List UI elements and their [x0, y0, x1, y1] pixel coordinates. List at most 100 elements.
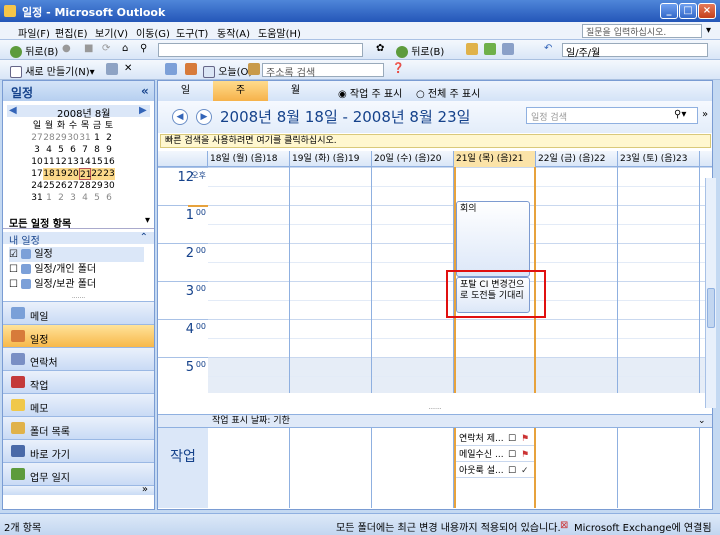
status-exchange[interactable]: Microsoft Exchange에 연결됨	[574, 519, 712, 534]
checkbox-icon[interactable]: ☐	[508, 464, 516, 478]
day-column[interactable]	[290, 167, 372, 393]
menu-help[interactable]: 도움말(H)	[258, 25, 301, 40]
mini-cal-day[interactable]: 9	[103, 144, 115, 156]
help-dropdown-icon[interactable]: ▾	[706, 25, 711, 36]
tab-month[interactable]: 월	[268, 81, 323, 101]
mini-cal-day[interactable]: 27	[31, 132, 43, 144]
day-header[interactable]: 21일 (목) (음)21	[454, 151, 536, 167]
new-button[interactable]: 새로 만들기(N)▾	[10, 63, 95, 78]
mini-cal-day[interactable]: 4	[79, 192, 91, 204]
mini-cal-day[interactable]: 28	[79, 180, 91, 192]
day-header[interactable]: 22일 (금) (음)22	[536, 151, 618, 167]
mini-cal-day[interactable]: 22	[91, 168, 103, 180]
mini-cal-day[interactable]: 3	[67, 192, 79, 204]
check-icon[interactable]: ✓	[521, 464, 529, 478]
info-bar[interactable]: 빠른 검색을 사용하려면 여기를 클릭하십시오.	[160, 134, 711, 148]
tab-day[interactable]: 일	[158, 81, 213, 101]
today-button[interactable]: 오늘(O)	[203, 63, 252, 78]
mini-cal-day[interactable]: 17	[31, 168, 43, 180]
scrollbar-thumb[interactable]	[707, 288, 715, 328]
close-button[interactable]: ×	[698, 3, 716, 19]
addressbook-search[interactable]: 주소록 검색	[262, 63, 384, 79]
mini-cal-day[interactable]: 19	[55, 168, 67, 180]
new-folder-icon[interactable]	[484, 43, 496, 55]
mini-cal-day[interactable]: 31	[31, 192, 43, 204]
mini-cal-day[interactable]: 14	[79, 156, 91, 168]
address-field[interactable]	[158, 43, 363, 57]
day-column[interactable]	[208, 167, 290, 393]
mini-cal-day[interactable]: 24	[31, 180, 43, 192]
configure-buttons[interactable]: »	[3, 484, 154, 495]
next-month-icon[interactable]: ▶	[139, 105, 147, 116]
day-column[interactable]	[372, 167, 454, 393]
refresh-icon[interactable]: ⟳	[102, 43, 110, 54]
mini-cal-day[interactable]: 30	[103, 180, 115, 192]
mini-cal-day[interactable]: 20	[67, 168, 79, 180]
mini-cal-day[interactable]: 21	[79, 168, 91, 180]
nav-button-journal[interactable]: 업무 일지	[3, 462, 154, 485]
mini-cal-day[interactable]: 6	[103, 192, 115, 204]
tab-week[interactable]: 주	[213, 81, 268, 101]
mini-cal-day[interactable]: 27	[67, 180, 79, 192]
day-header[interactable]: 23일 (토) (음)23	[618, 151, 700, 167]
globe-icon[interactable]: ✿	[376, 43, 384, 54]
nav-button-calendar[interactable]: 일정	[3, 324, 154, 347]
help-icon[interactable]: ❓	[392, 63, 404, 74]
task-item[interactable]: 메일수신 ... ☐ ⚑	[456, 448, 534, 462]
task-item[interactable]: 연락처 제... ☐ ⚑	[456, 432, 534, 446]
stop-icon[interactable]: ■	[84, 43, 93, 54]
radio-work-week[interactable]: ◉ 작업 주 표시	[338, 85, 402, 100]
time-grid[interactable]: 12 오후 1 00 2 00 3 00 4 00 5 00 회의 포탈 CI 변경건으로 도전틀 기대리	[158, 167, 712, 393]
search-web-icon[interactable]: ⚲	[140, 43, 147, 54]
nav-button-notes[interactable]: 메모	[3, 393, 154, 416]
printer-icon[interactable]	[106, 63, 118, 75]
my-calendars-header[interactable]: 내 일정 ⌃	[3, 232, 154, 247]
menu-tools[interactable]: 도구(T)	[176, 25, 208, 40]
mini-cal-day[interactable]: 28	[43, 132, 55, 144]
mini-cal-day[interactable]: 5	[91, 192, 103, 204]
nav-button-tasks[interactable]: 작업	[3, 370, 154, 393]
menu-file[interactable]: 파일(F)	[18, 25, 50, 40]
calendar-search-input[interactable]: 일정 검색	[526, 107, 698, 124]
undo-icon[interactable]: ↶	[544, 43, 552, 54]
back2-button[interactable]: 뒤로(B)	[396, 43, 444, 58]
radio-full-week[interactable]: ○ 전체 주 표시	[416, 85, 480, 100]
mini-cal-day[interactable]: 29	[55, 132, 67, 144]
mini-cal-day[interactable]: 23	[103, 168, 115, 180]
task-day-column[interactable]	[536, 428, 618, 508]
task-day-column[interactable]	[290, 428, 372, 508]
help-search-box[interactable]: 질문을 입력하십시오.	[582, 24, 702, 38]
calendar-icon[interactable]	[185, 63, 197, 75]
calendar-item[interactable]: ☐ 일정/개인 폴더	[9, 262, 144, 277]
grid-splitter[interactable]: ·······	[158, 406, 712, 414]
mini-cal-day[interactable]: 7	[79, 144, 91, 156]
checkbox-icon[interactable]: ☐	[508, 432, 516, 446]
expand-search-icon[interactable]: »	[702, 109, 708, 120]
mini-cal-day[interactable]: 2	[103, 132, 115, 144]
move-icon[interactable]	[165, 63, 177, 75]
mini-cal-day[interactable]: 5	[55, 144, 67, 156]
day-header[interactable]: 20일 (수) (음)20	[372, 151, 454, 167]
checkbox-icon[interactable]: ☑	[9, 249, 18, 260]
appointment[interactable]: 회의	[456, 201, 530, 277]
mini-cal-day[interactable]: 15	[91, 156, 103, 168]
checkbox-icon[interactable]: ☐	[9, 264, 18, 275]
mini-cal-day[interactable]: 6	[67, 144, 79, 156]
next-week-button[interactable]: ▶	[196, 109, 212, 125]
mini-cal-day[interactable]: 18	[43, 168, 55, 180]
menu-go[interactable]: 이동(G)	[136, 25, 170, 40]
mini-cal-day[interactable]: 31	[79, 132, 91, 144]
collapse-icon[interactable]: «	[141, 84, 149, 98]
calendar-item[interactable]: ☐ 일정/보관 폴더	[9, 277, 144, 292]
task-day-column[interactable]	[208, 428, 290, 508]
task-expand-icon[interactable]: ⌄	[698, 415, 706, 427]
day-column[interactable]	[618, 167, 700, 393]
delete-icon[interactable]: ✕	[124, 63, 132, 74]
mini-cal-day[interactable]: 1	[43, 192, 55, 204]
mini-cal-day[interactable]: 2	[55, 192, 67, 204]
nav-button-mail[interactable]: 메일	[3, 301, 154, 324]
mini-cal-day[interactable]: 10	[31, 156, 43, 168]
menu-edit[interactable]: 편집(E)	[55, 25, 88, 40]
mini-cal-day[interactable]: 3	[31, 144, 43, 156]
mini-cal-day[interactable]: 26	[55, 180, 67, 192]
